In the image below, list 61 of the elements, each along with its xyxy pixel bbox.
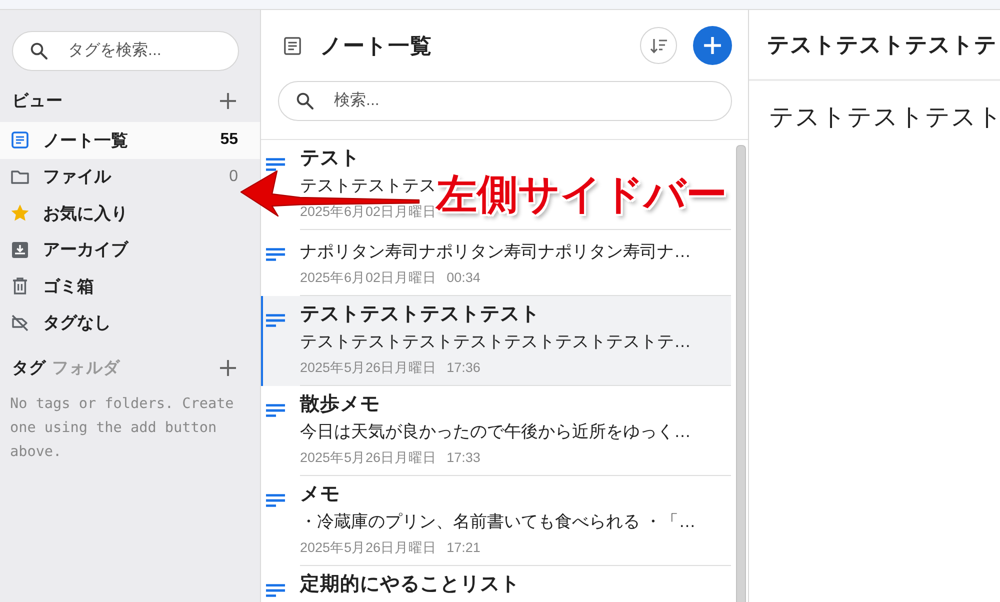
sidebar-item[interactable]: お気に入り — [0, 195, 238, 232]
note-preview: ナポリタン寿司ナポリタン寿司ナポリタン寿司ナ… — [300, 242, 691, 262]
search-icon — [296, 92, 314, 110]
editor-title: テストテストテストテ — [767, 30, 997, 58]
note-time: 00:34 — [446, 270, 480, 286]
plus-icon — [703, 36, 722, 55]
callout-label: 左側サイドバー — [436, 170, 727, 218]
add-button[interactable] — [219, 92, 237, 110]
note-title: テスト — [300, 146, 361, 170]
note-time: 17:21 — [446, 540, 480, 556]
archive-box-icon — [10, 240, 30, 260]
note-time: 17:36 — [446, 360, 480, 376]
note-title: テストテストテストテスト — [300, 302, 541, 326]
add-button[interactable] — [219, 359, 237, 377]
text-lines-icon — [266, 584, 285, 597]
sidebar-item[interactable]: タグなし — [0, 304, 238, 341]
section-tab[interactable]: タグ — [12, 357, 46, 379]
note-title: 散歩メモ — [300, 392, 381, 416]
editor-body: テストテストテスト — [769, 104, 1000, 131]
note-title: 定期的にやることリスト — [300, 572, 521, 596]
sidebar-item[interactable]: アーカイブ — [0, 232, 238, 268]
text-lines-icon — [266, 404, 285, 417]
note-preview: テストテストテス — [300, 176, 436, 195]
note-title: メモ — [300, 482, 341, 506]
trash-icon — [10, 276, 30, 296]
text-lines-icon — [266, 158, 285, 171]
note-preview: ・冷蔵庫のプリン、名前書いても食べられる ・「… — [300, 512, 696, 532]
sidebar-item[interactable]: ファイル 0 — [0, 158, 238, 195]
note-preview: テストテストテストテストテストテストテストテ… — [300, 332, 691, 352]
add-note-button[interactable] — [693, 26, 732, 65]
note-item[interactable]: 散歩メモ 今日は天気が良かったので午後から近所をゆっく… 2025年5月26日月曜日 17:33 — [261, 386, 731, 476]
text-lines-icon — [266, 494, 285, 507]
note-item[interactable]: 定期的にやることリスト — [261, 566, 731, 600]
crossed-tag-icon — [10, 312, 30, 333]
text-lines-icon — [266, 248, 285, 261]
empty-message: No tags or folders. Create one using the add button above. — [10, 395, 235, 462]
sidebar-item[interactable]: ゴミ箱 — [0, 268, 238, 304]
note-time: 17:33 — [446, 450, 480, 466]
search-icon — [30, 42, 48, 60]
search-field[interactable]: 検索... — [278, 81, 732, 121]
note-date: 2025年6月02日月曜日 — [300, 270, 437, 286]
sort-button[interactable] — [640, 27, 677, 64]
note-item[interactable]: テストテストテストテスト テストテストテストテストテストテストテストテ… 2025年5月26日月曜日 17:36 — [261, 296, 731, 386]
star-icon — [10, 203, 30, 224]
document-icon — [283, 36, 302, 56]
text-lines-icon — [266, 314, 285, 327]
item-count: 0 — [229, 168, 238, 186]
note-date: 2025年5月26日月曜日 — [300, 360, 437, 376]
sidebar-item[interactable]: ノート一覧 55 — [0, 122, 260, 158]
item-count: 55 — [220, 131, 238, 150]
note-date: 2025年5月26日月曜日 — [300, 540, 437, 556]
section-heading: ビュー — [12, 91, 63, 112]
scrollbar-thumb[interactable] — [736, 145, 746, 602]
note-item[interactable]: メモ ・冷蔵庫のプリン、名前書いても食べられる ・「… 2025年5月26日月曜日 17:21 — [261, 476, 731, 566]
plus-icon — [219, 359, 237, 377]
document-icon — [10, 130, 30, 150]
note-date: 2025年5月26日月曜日 — [300, 450, 437, 466]
plus-icon — [219, 92, 237, 110]
search-field[interactable]: タグを検索... — [12, 31, 239, 71]
note-preview: 今日は天気が良かったので午後から近所をゆっく… — [300, 422, 691, 442]
panel-title: ノート一覧 — [320, 33, 432, 60]
